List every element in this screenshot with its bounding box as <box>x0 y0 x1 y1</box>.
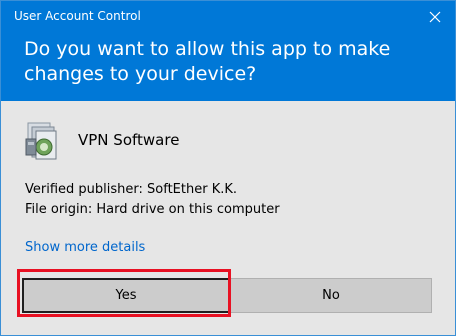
app-name: VPN Software <box>78 131 180 149</box>
uac-dialog: User Account Control Do you want to allo… <box>0 0 456 336</box>
window-title: User Account Control <box>14 9 141 23</box>
no-button[interactable]: No <box>230 278 432 313</box>
dialog-header: User Account Control Do you want to allo… <box>1 1 455 101</box>
vpn-software-icon <box>25 122 57 160</box>
close-icon <box>429 11 441 23</box>
prompt-question: Do you want to allow this app to make ch… <box>24 38 391 85</box>
dialog-body: VPN Software Verified publisher: SoftEth… <box>1 101 455 335</box>
close-button[interactable] <box>423 5 447 29</box>
show-more-details-link[interactable]: Show more details <box>25 240 145 255</box>
yes-button[interactable]: Yes <box>22 278 230 313</box>
verified-publisher: Verified publisher: SoftEther K.K. <box>25 182 238 197</box>
file-origin: File origin: Hard drive on this computer <box>25 202 280 217</box>
